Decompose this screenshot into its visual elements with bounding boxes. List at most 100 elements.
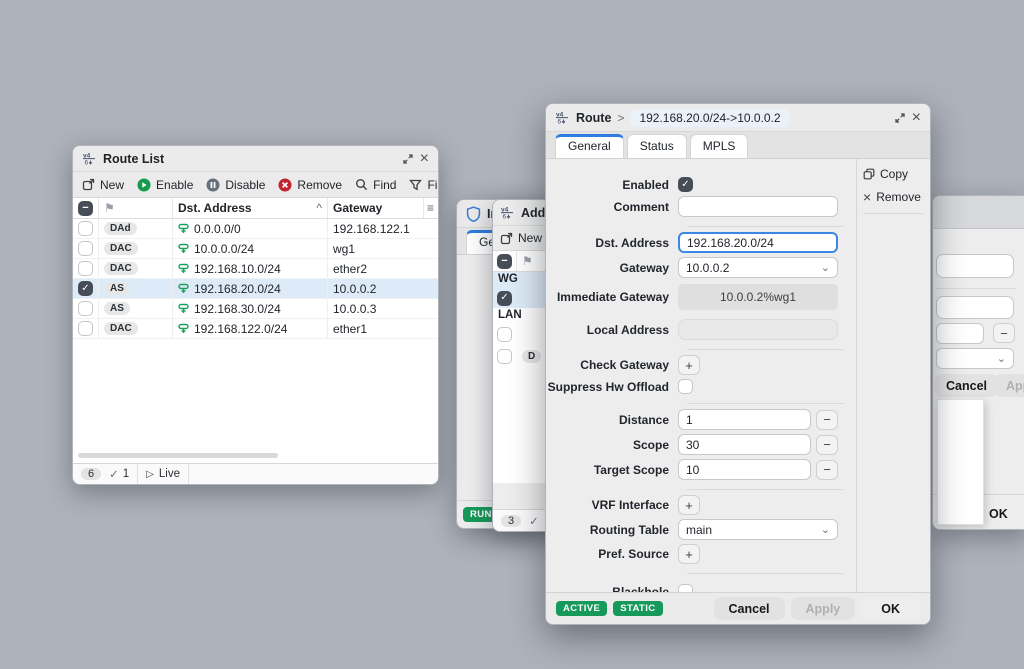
- background-select[interactable]: ⌄: [936, 348, 1014, 369]
- route-gateway: ether1: [333, 322, 367, 336]
- tab-mpls[interactable]: MPLS: [690, 134, 749, 158]
- column-menu-icon[interactable]: ≡: [424, 198, 438, 218]
- ok-button[interactable]: OK: [861, 597, 920, 620]
- close-icon[interactable]: ×: [420, 151, 429, 167]
- chevron-down-icon: ⌄: [821, 261, 830, 274]
- check-icon: ✓: [500, 293, 508, 303]
- route-flags: DAd: [104, 222, 137, 235]
- row-checkbox[interactable]: ✓: [78, 281, 93, 296]
- add-pref-source-button[interactable]: +: [678, 544, 700, 564]
- divider: [687, 573, 844, 574]
- filter-button[interactable]: Filter: [409, 178, 439, 192]
- new-button-label: New: [100, 178, 124, 192]
- minus-button[interactable]: −: [993, 323, 1015, 343]
- gateway-column-header[interactable]: Gateway: [328, 198, 424, 218]
- add-check-gateway-button[interactable]: +: [678, 355, 700, 375]
- background-input[interactable]: [936, 323, 984, 344]
- distance-input[interactable]: 1: [678, 409, 811, 430]
- horizontal-scrollbar[interactable]: [78, 453, 278, 458]
- route-dst: 0.0.0.0/0: [194, 222, 241, 236]
- dst-address-input[interactable]: 192.168.20.0/24: [678, 232, 838, 253]
- route-flags: DAC: [104, 322, 138, 335]
- minus-icon: −: [823, 437, 831, 452]
- select-all-checkbox[interactable]: −: [73, 198, 99, 218]
- flag-column-header[interactable]: ⚑: [99, 198, 173, 218]
- remove-button-label: Remove: [876, 190, 921, 204]
- row-checkbox[interactable]: [497, 327, 512, 342]
- sort-asc-icon: ^: [316, 201, 322, 215]
- plus-icon: +: [685, 498, 693, 513]
- row-checkbox[interactable]: [497, 349, 512, 364]
- enabled-checkbox[interactable]: ✓: [678, 177, 693, 192]
- row-checkbox[interactable]: [78, 261, 93, 276]
- target-scope-input[interactable]: 10: [678, 459, 811, 480]
- routing-table-select[interactable]: main⌄: [678, 519, 838, 540]
- remove-button[interactable]: × Remove: [863, 190, 924, 204]
- select-all-checkbox[interactable]: −: [493, 251, 517, 271]
- table-row[interactable]: AS 192.168.30.0/24 10.0.0.3: [73, 299, 438, 319]
- open-dropdown-panel[interactable]: [937, 399, 984, 525]
- route-icon: [178, 243, 189, 254]
- apply-button[interactable]: Apply: [995, 374, 1024, 397]
- scope-input[interactable]: 30: [678, 434, 811, 455]
- dst-address-column-header[interactable]: Dst. Address ^: [173, 198, 328, 218]
- chevron-down-icon: ⌄: [821, 523, 830, 536]
- row-checkbox[interactable]: [78, 321, 93, 336]
- scope-unset-button[interactable]: −: [816, 435, 838, 455]
- close-icon[interactable]: ×: [912, 110, 921, 126]
- detach-icon[interactable]: [894, 112, 906, 124]
- route-list-titlebar[interactable]: v46 Route List ×: [73, 146, 438, 172]
- target-scope-unset-button[interactable]: −: [816, 460, 838, 480]
- route-list-toolbar: New Enable Disable Remove Find: [73, 172, 438, 198]
- route-gateway: wg1: [333, 242, 355, 256]
- cancel-button[interactable]: Cancel: [935, 374, 998, 397]
- row-count: 6: [81, 468, 101, 480]
- background-input[interactable]: [936, 296, 1014, 319]
- route-list-title: Route List: [103, 152, 164, 166]
- route-flags: AS: [104, 302, 130, 315]
- live-toggle[interactable]: ▷ Live: [146, 468, 180, 480]
- row-checkbox[interactable]: [78, 221, 93, 236]
- svg-text:6: 6: [85, 160, 89, 165]
- row-checkbox[interactable]: [78, 301, 93, 316]
- cancel-button[interactable]: Cancel: [714, 597, 785, 620]
- route-dialog-titlebar[interactable]: v46 Route > 192.168.20.0/24->10.0.0.2 ×: [546, 104, 930, 132]
- immediate-gateway-label: Immediate Gateway: [546, 290, 678, 304]
- chevron-down-icon: ⌄: [997, 352, 1006, 365]
- new-icon: [500, 232, 513, 245]
- route-dst: 192.168.122.0/24: [194, 322, 287, 336]
- enable-button[interactable]: Enable: [137, 178, 193, 192]
- apply-button[interactable]: Apply: [791, 597, 856, 620]
- background-input[interactable]: [936, 254, 1014, 278]
- scope-value: 30: [686, 438, 699, 452]
- detach-icon[interactable]: [402, 153, 414, 165]
- copy-button[interactable]: Copy: [863, 167, 924, 181]
- tab-general[interactable]: General: [555, 134, 624, 158]
- distance-unset-button[interactable]: −: [816, 410, 838, 430]
- divider: [687, 226, 844, 227]
- route-dst: 192.168.10.0/24: [194, 262, 281, 276]
- remove-button[interactable]: Remove: [278, 178, 342, 192]
- table-row[interactable]: ✓ AS 192.168.20.0/24 10.0.0.2: [73, 279, 438, 299]
- disable-button[interactable]: Disable: [206, 178, 265, 192]
- table-row[interactable]: DAC 10.0.0.0/24 wg1: [73, 239, 438, 259]
- route-gateway: ether2: [333, 262, 367, 276]
- route-icon: [178, 223, 189, 234]
- row-checkbox[interactable]: [78, 241, 93, 256]
- target-scope-label: Target Scope: [546, 463, 678, 477]
- comment-input[interactable]: [678, 196, 838, 217]
- table-row[interactable]: DAd 0.0.0.0/0 192.168.122.1: [73, 219, 438, 239]
- comment-label: Comment: [546, 200, 678, 214]
- row-checkbox[interactable]: ✓: [497, 291, 512, 306]
- pref-source-label: Pref. Source: [546, 547, 678, 561]
- plus-icon: +: [685, 358, 693, 373]
- gateway-select[interactable]: 10.0.0.2⌄: [678, 257, 838, 278]
- tab-status[interactable]: Status: [627, 134, 687, 158]
- table-row[interactable]: DAC 192.168.10.0/24 ether2: [73, 259, 438, 279]
- new-button[interactable]: New: [500, 231, 542, 245]
- new-button[interactable]: New: [82, 178, 124, 192]
- table-row[interactable]: DAC 192.168.122.0/24 ether1: [73, 319, 438, 339]
- suppress-hw-offload-checkbox[interactable]: [678, 379, 693, 394]
- add-vrf-interface-button[interactable]: +: [678, 495, 700, 515]
- find-button[interactable]: Find: [355, 178, 396, 192]
